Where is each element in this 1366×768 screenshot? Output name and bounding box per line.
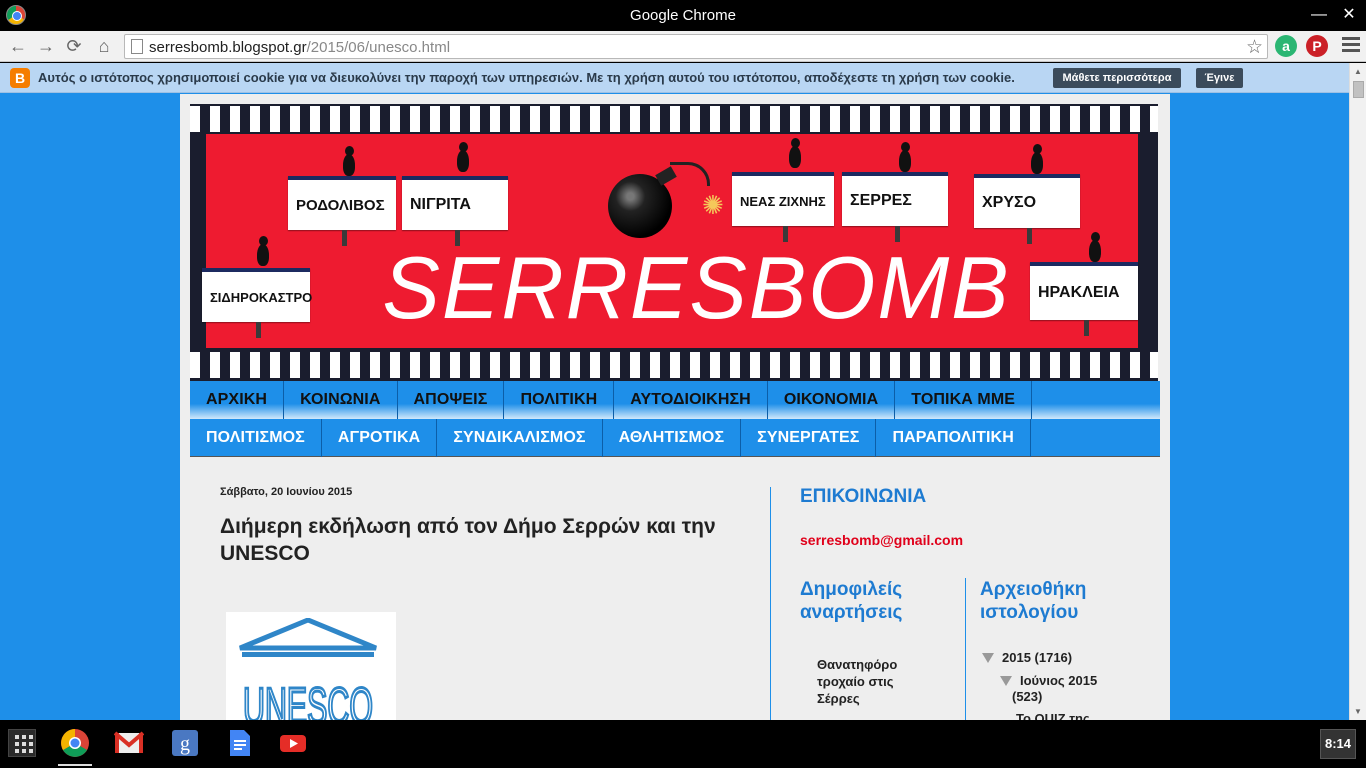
nav-item-agriculture[interactable]: ΑΓΡΟΤΙΚΑ	[322, 419, 438, 457]
nav-item-local-government[interactable]: ΑΥΤΟΔΙΟΙΚΗΣΗ	[614, 381, 768, 419]
contact-email-link[interactable]: serresbomb@gmail.com	[800, 532, 963, 548]
nav-item-local-media[interactable]: ΤΟΠΙΚΑ ΜΜΕ	[895, 381, 1033, 419]
scroll-up-icon[interactable]: ▲	[1354, 67, 1362, 76]
scroll-down-icon[interactable]: ▼	[1354, 707, 1362, 716]
learn-more-button[interactable]: Μάθετε περισσότερα	[1053, 68, 1181, 88]
filmstrip-top	[190, 106, 1158, 132]
nav-row-2: ΠΟΛΙΤΙΣΜΟΣ ΑΓΡΟΤΙΚΑ ΣΥΝΔΙΚΑΛΙΣΜΟΣ ΑΘΛΗΤΙ…	[190, 419, 1160, 457]
chrome-icon[interactable]	[60, 728, 90, 758]
popular-post-link[interactable]: Θανατηφόρο τροχαίο στις Σέρρες	[817, 656, 937, 707]
window-title-bar: Google Chrome — ✕	[0, 0, 1366, 31]
sign-nigrita: ΝΙΓΡΙΤΑ	[402, 176, 508, 246]
nav-item-culture[interactable]: ΠΟΛΙΤΙΣΜΟΣ	[190, 419, 322, 457]
app-launcher-icon[interactable]	[8, 729, 36, 757]
archive-year-item[interactable]: 2015 (1716)	[982, 650, 1072, 665]
bird-icon	[786, 138, 804, 168]
contact-widget-title: ΕΠΙΚΟΙΝΩΝΙΑ	[800, 486, 927, 507]
collapse-triangle-icon[interactable]	[1000, 676, 1012, 686]
blog-archive-title: Αρχειοθήκη ιστολογίου	[980, 579, 1087, 623]
extension-a-icon[interactable]: a	[1275, 35, 1297, 57]
sidebar-divider	[965, 578, 966, 720]
nav-item-economy[interactable]: ΟΙΚΟΝΟΜΙΑ	[768, 381, 896, 419]
home-icon[interactable]: ⌂	[92, 35, 116, 57]
nav-item-contributors[interactable]: ΣΥΝΕΡΓΑΤΕΣ	[741, 419, 877, 457]
filmstrip-bottom	[190, 352, 1158, 378]
spark-icon: ✺	[702, 190, 724, 220]
blog-logo-text: SERRESBOMB	[382, 238, 1011, 337]
back-arrow-icon[interactable]: ←	[6, 35, 30, 57]
system-clock[interactable]: 8:14	[1320, 729, 1356, 759]
sign-serres: ΣΕΡΡΕΣ	[842, 172, 948, 242]
nav-item-politics[interactable]: ΠΟΛΙΤΙΚΗ	[504, 381, 615, 419]
page-icon	[131, 39, 143, 54]
web-viewport: B Αυτός ο ιστότοπος χρησιμοποιεί cookie …	[0, 63, 1349, 720]
gmail-icon[interactable]	[114, 728, 144, 758]
unesco-logo-icon: UNESCO	[239, 618, 377, 720]
nav-row-1: ΑΡΧΙΚΗ ΚΟΙΝΩΝΙΑ ΑΠΟΨΕΙΣ ΠΟΛΙΤΙΚΗ ΑΥΤΟΔΙΟ…	[190, 381, 1160, 419]
sign-rodolivos: ΡΟΔΟΛΙΒΟΣ	[288, 176, 396, 246]
google-search-icon[interactable]: g	[170, 728, 200, 758]
cookie-message: Αυτός ο ιστότοπος χρησιμοποιεί cookie γι…	[38, 70, 1015, 85]
scrollbar-thumb[interactable]	[1353, 81, 1364, 98]
blogger-icon: B	[10, 68, 30, 88]
archive-month-count: (523)	[1012, 689, 1043, 704]
post-image[interactable]: UNESCO	[226, 612, 396, 720]
bird-icon	[1028, 144, 1046, 174]
bird-icon	[254, 236, 272, 266]
blog-header-banner[interactable]: ΡΟΔΟΛΙΒΟΣ ΝΙΓΡΙΤΑ ΝΕΑΣ ΖΙΧΝΗΣ ΣΕΡΡΕΣ ΧΡΥ…	[190, 104, 1158, 381]
window-title: Google Chrome	[630, 7, 736, 24]
nav-item-parapolitics[interactable]: ΠΑΡΑΠΟΛΙΤΙΚΗ	[876, 419, 1031, 457]
main-column-divider	[770, 487, 771, 720]
docs-icon[interactable]	[224, 728, 254, 758]
post-title[interactable]: Διήμερη εκδήλωση από τον Δήμο Σερρών και…	[220, 513, 730, 567]
browser-toolbar: ← → ⟳ ⌂ serresbomb.blogspot.gr/2015/06/u…	[0, 31, 1366, 62]
unesco-logo-text: UNESCO	[243, 678, 373, 720]
archive-month-item[interactable]: Ιούνιος 2015	[1000, 673, 1097, 688]
os-taskbar: g 8:14	[0, 720, 1366, 768]
address-bar[interactable]: serresbomb.blogspot.gr/2015/06/unesco.ht…	[124, 34, 1268, 59]
pinterest-icon[interactable]: P	[1306, 35, 1328, 57]
chrome-active-indicator	[58, 764, 92, 766]
reload-icon[interactable]: ⟳	[62, 35, 86, 57]
forward-arrow-icon[interactable]: →	[34, 35, 58, 57]
bird-icon	[340, 146, 358, 176]
url-text[interactable]: serresbomb.blogspot.gr/2015/06/unesco.ht…	[149, 39, 450, 56]
main-navigation: ΑΡΧΙΚΗ ΚΟΙΝΩΝΙΑ ΑΠΟΨΕΙΣ ΠΟΛΙΤΙΚΗ ΑΥΤΟΔΙΟ…	[190, 381, 1160, 457]
youtube-icon[interactable]	[278, 728, 308, 758]
sign-sidirokastro: ΣΙΔΗΡΟΚΑΣΤΡΟ	[202, 268, 312, 338]
chrome-menu-icon[interactable]	[1342, 37, 1360, 55]
blog-page: ΡΟΔΟΛΙΒΟΣ ΝΙΓΡΙΤΑ ΝΕΑΣ ΖΙΧΝΗΣ ΣΕΡΡΕΣ ΧΡΥ…	[180, 94, 1170, 720]
bookmark-star-icon[interactable]: ☆	[1246, 36, 1263, 59]
minimize-icon[interactable]: —	[1307, 4, 1331, 26]
sign-neas-zichnis: ΝΕΑΣ ΖΙΧΝΗΣ	[732, 172, 834, 242]
accept-cookies-button[interactable]: Έγινε	[1196, 68, 1243, 88]
popular-posts-title: Δημοφιλείς αναρτήσεις	[800, 579, 903, 623]
sign-irakleia: ΗΡΑΚΛΕΙΑ	[1030, 262, 1138, 336]
close-icon[interactable]: ✕	[1337, 4, 1361, 26]
nav-item-opinions[interactable]: ΑΠΟΨΕΙΣ	[398, 381, 505, 419]
nav-item-home[interactable]: ΑΡΧΙΚΗ	[190, 381, 285, 419]
nav-item-society[interactable]: ΚΟΙΝΩΝΙΑ	[284, 381, 398, 419]
bird-icon	[1086, 232, 1104, 262]
post-date: Σάββατο, 20 Ιουνίου 2015	[220, 486, 353, 498]
cookie-notice-bar: B Αυτός ο ιστότοπος χρησιμοποιεί cookie …	[0, 63, 1349, 93]
sign-chryso: ΧΡΥΣΟ	[974, 174, 1080, 244]
bird-icon	[454, 142, 472, 172]
page-scrollbar[interactable]: ▲ ▼	[1349, 63, 1366, 720]
archive-post-link[interactable]: Το QUIZ της	[1016, 711, 1090, 720]
svg-text:g: g	[180, 733, 190, 755]
nav-item-unions[interactable]: ΣΥΝΔΙΚΑΛΙΣΜΟΣ	[437, 419, 603, 457]
collapse-triangle-icon[interactable]	[982, 653, 994, 663]
nav-item-sports[interactable]: ΑΘΛΗΤΙΣΜΟΣ	[603, 419, 742, 457]
bird-icon	[896, 142, 914, 172]
